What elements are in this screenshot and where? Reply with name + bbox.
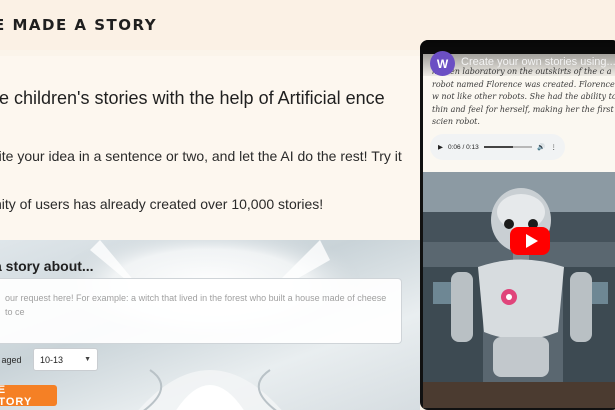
audio-progress-bar[interactable] [483, 146, 533, 148]
play-triangle-icon [525, 234, 538, 248]
video-title[interactable]: Create your own stories using... [461, 56, 615, 68]
story-prompt-label: a story about... [0, 258, 94, 274]
audio-player[interactable]: ▶ 0:06 / 0:13 🔊 ⋮ [430, 134, 565, 160]
age-select[interactable]: 10-13 ▼ [33, 348, 98, 371]
channel-avatar[interactable]: W [430, 51, 455, 76]
youtube-play-button[interactable] [510, 227, 550, 255]
story-form-section: a story about... n aged 10-13 ▼ TE STORY [0, 240, 420, 410]
volume-icon[interactable]: 🔊 [537, 143, 545, 151]
video-player[interactable]: hidden laboratory on the outskirts of th… [420, 40, 615, 410]
more-options-icon[interactable]: ⋮ [551, 143, 558, 151]
audio-time: 0:06 / 0:13 [448, 143, 479, 151]
hero-subtitle: rite your idea in a sentence or two, and… [0, 148, 402, 164]
brand-logo[interactable]: E MADE A STORY [0, 16, 157, 34]
play-icon[interactable]: ▶ [438, 143, 443, 151]
hero-section: te children's stories with the help of A… [0, 56, 420, 240]
age-label: n aged [0, 355, 22, 365]
robot-illustration [423, 172, 615, 408]
chevron-down-icon: ▼ [84, 356, 91, 363]
story-idea-input[interactable] [0, 278, 402, 344]
create-story-button[interactable]: TE STORY [0, 384, 57, 408]
hero-user-count: nity of users has already created over 1… [0, 196, 324, 212]
age-select-value: 10-13 [40, 354, 64, 365]
hero-title: te children's stories with the help of A… [0, 88, 385, 108]
